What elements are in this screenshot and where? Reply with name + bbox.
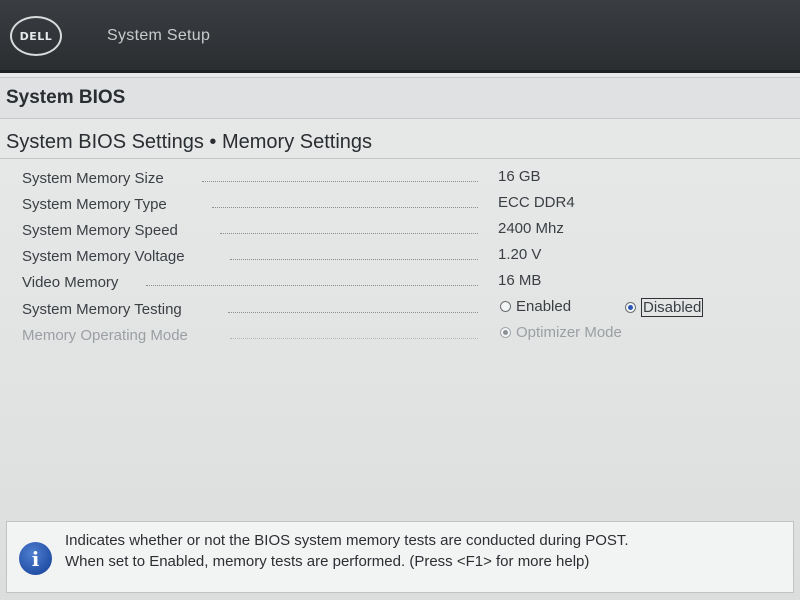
bios-screen: DELL System Setup System BIOS System BIO… — [0, 0, 800, 600]
info-icon: i — [19, 542, 52, 575]
help-panel: i Indicates whether or not the BIOS syst… — [6, 521, 794, 593]
dotted-leader — [220, 233, 478, 234]
setting-value: 16 GB — [498, 168, 541, 185]
radio-label: Enabled — [516, 298, 572, 315]
dotted-leader — [228, 312, 478, 313]
dotted-leader — [202, 181, 478, 182]
page-heading: System BIOS Settings • Memory Settings — [6, 131, 373, 153]
setting-row-memory-speed: System Memory Speed 2400 Mhz — [22, 219, 782, 243]
section-title: System BIOS — [6, 87, 126, 108]
setting-label: System Memory Speed — [22, 222, 178, 239]
setting-value: 16 MB — [498, 272, 542, 289]
dotted-leader — [230, 338, 478, 339]
dotted-leader — [146, 285, 478, 286]
app-title: System Setup — [107, 27, 211, 44]
setting-value: ECC DDR4 — [498, 194, 575, 211]
radio-label: Disabled — [641, 298, 704, 317]
radio-unselected-icon — [500, 301, 511, 312]
setting-row-memory-testing[interactable]: System Memory Testing Enabled Disabled — [22, 298, 782, 322]
setting-row-memory-operating-mode: Memory Operating Mode Optimizer Mode — [22, 324, 782, 348]
help-line-2: When set to Enabled, memory tests are pe… — [65, 553, 590, 570]
radio-disabled[interactable]: Disabled — [625, 298, 704, 317]
heading-divider — [0, 158, 800, 159]
setting-label: Memory Operating Mode — [22, 327, 188, 344]
radio-enabled[interactable]: Enabled — [500, 298, 571, 315]
setting-value: 1.20 V — [498, 246, 542, 263]
dell-logo: DELL — [10, 16, 62, 56]
setting-row-memory-voltage: System Memory Voltage 1.20 V — [22, 245, 782, 269]
help-text: Indicates whether or not the BIOS system… — [65, 530, 629, 572]
radio-selected-icon — [500, 327, 511, 338]
radio-label: Optimizer Mode — [516, 324, 622, 341]
setting-row-video-memory: Video Memory 16 MB — [22, 271, 782, 295]
setting-row-memory-type: System Memory Type ECC DDR4 — [22, 193, 782, 217]
top-header-bar: DELL System Setup — [0, 0, 800, 73]
setting-value: 2400 Mhz — [498, 220, 564, 237]
setting-label: System Memory Voltage — [22, 248, 185, 265]
radio-optimizer-mode: Optimizer Mode — [500, 324, 622, 341]
setting-row-memory-size: System Memory Size 16 GB — [22, 167, 782, 191]
setting-label: System Memory Type — [22, 196, 167, 213]
help-line-1: Indicates whether or not the BIOS system… — [65, 532, 629, 549]
setting-label: System Memory Size — [22, 170, 164, 187]
dotted-leader — [212, 207, 478, 208]
dotted-leader — [230, 259, 478, 260]
section-header: System BIOS — [0, 77, 800, 119]
setting-label: Video Memory — [22, 274, 119, 291]
setting-label: System Memory Testing — [22, 301, 182, 318]
radio-selected-icon — [625, 302, 636, 313]
